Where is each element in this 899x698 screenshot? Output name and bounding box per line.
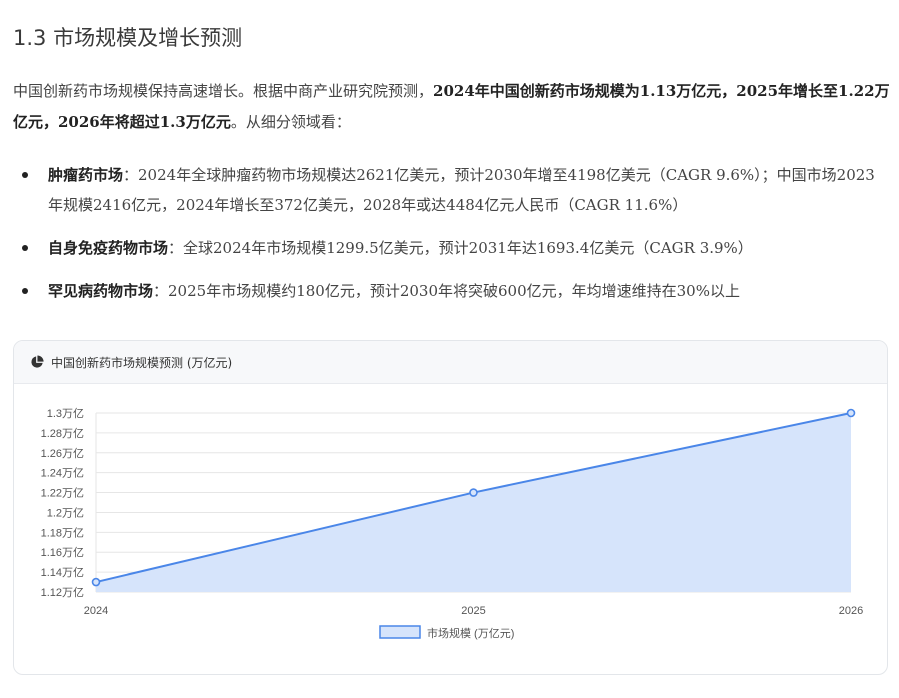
market-segment-list: 肿瘤药市场：2024年全球肿瘤药物市场规模达2621亿美元，预计2030年增至4… <box>20 160 880 319</box>
data-point <box>846 408 856 418</box>
chart-card-header: 中国创新药市场规模预测 (万亿元) <box>14 341 887 384</box>
legend-swatch <box>379 625 421 639</box>
list-item-text: ：2024年全球肿瘤药物市场规模达2621亿美元，预计2030年增至4198亿美… <box>48 166 875 214</box>
y-tick-label: 1.2万亿 <box>47 506 84 519</box>
intro-text-end: 。从细分领域看： <box>230 113 351 131</box>
y-tick-label: 1.16万亿 <box>41 546 84 559</box>
chart-card: 中国创新药市场规模预测 (万亿元) 1.3万亿 1.28万亿 1.26万亿 1.24万… <box>13 340 888 675</box>
legend-label: 市场规模 (万亿元) <box>427 626 514 640</box>
y-tick-label: 1.12万亿 <box>41 586 84 599</box>
x-tick-label: 2026 <box>839 605 863 617</box>
bullet-icon <box>22 245 28 251</box>
intro-paragraph: 中国创新药市场规模保持高速增长。根据中商产业研究院预测，2024年中国创新药市场… <box>13 76 893 138</box>
list-item: 罕见病药物市场：2025年市场规模约180亿元，预计2030年将突破600亿元，… <box>20 276 880 306</box>
y-tick-label: 1.24万亿 <box>41 467 84 480</box>
y-tick-label: 1.14万亿 <box>41 566 84 579</box>
list-item: 肿瘤药市场：2024年全球肿瘤药物市场规模达2621亿美元，预计2030年增至4… <box>20 160 880 220</box>
area-chart: 1.3万亿 1.28万亿 1.26万亿 1.24万亿 1.22万亿 1.2万亿 1.18万亿… <box>41 407 864 640</box>
data-point <box>91 577 101 587</box>
chart-title: 中国创新药市场规模预测 (万亿元) <box>51 356 233 370</box>
x-tick-label: 2025 <box>461 605 485 617</box>
list-item-text: ：2025年市场规模约180亿元，预计2030年将突破600亿元，年均增速维持在… <box>153 282 740 300</box>
list-item-label: 自身免疫药物市场 <box>48 239 169 257</box>
intro-text: 中国创新药市场规模保持高速增长。根据中商产业研究院预测， <box>13 82 434 100</box>
y-tick-label: 1.18万亿 <box>41 526 84 539</box>
bullet-icon <box>22 172 28 178</box>
y-tick-label: 1.26万亿 <box>41 447 84 460</box>
list-item: 自身免疫药物市场：全球2024年市场规模1299.5亿美元，预计2031年达16… <box>20 233 880 263</box>
data-point <box>469 488 478 497</box>
section-heading: 1.3 市场规模及增长预测 <box>13 26 243 50</box>
y-tick-label: 1.28万亿 <box>41 427 84 440</box>
y-tick-label: 1.3万亿 <box>47 407 84 420</box>
list-item-label: 肿瘤药市场 <box>48 166 124 184</box>
series-area <box>96 413 851 592</box>
y-tick-label: 1.22万亿 <box>41 487 84 500</box>
x-tick-label: 2024 <box>84 605 108 617</box>
pie-chart-icon <box>31 355 44 368</box>
bullet-icon <box>22 288 28 294</box>
list-item-label: 罕见病药物市场 <box>48 282 154 300</box>
list-item-text: ：全球2024年市场规模1299.5亿美元，预计2031年达1693.4亿美元（… <box>168 239 753 257</box>
